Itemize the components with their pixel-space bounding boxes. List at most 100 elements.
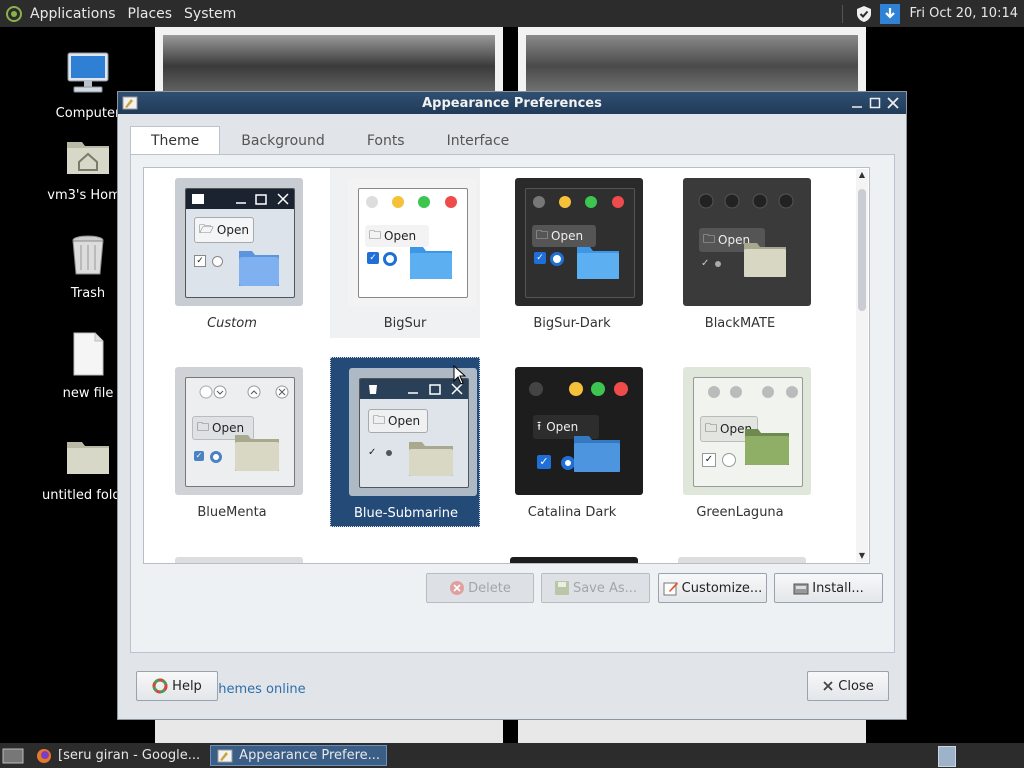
theme-item-catalina-dark[interactable]: ⭱ Open ✓ Catalina Dark [497, 357, 647, 527]
folder-icon [574, 436, 620, 472]
window-titlebar[interactable]: Appearance Preferences [118, 92, 906, 114]
preview-checkbox-icon: ✓ [368, 447, 377, 458]
scrollbar-thumb[interactable] [858, 189, 866, 311]
top-panel: Applications Places System Fri Oct 20, 1… [0, 0, 1024, 27]
window-buttons-icon [366, 196, 457, 208]
scroll-down-icon[interactable]: ▼ [856, 550, 868, 562]
theme-item-bigsur[interactable]: 🗀 Open ✓ BigSur [330, 168, 480, 338]
system-tray: Fri Oct 20, 10:14 [842, 0, 1024, 27]
preview-open-button: 🗁 Open [194, 217, 254, 243]
places-menu[interactable]: Places [122, 6, 179, 22]
computer-icon [67, 52, 109, 93]
workspace-switcher[interactable] [938, 746, 956, 767]
folder-icon [577, 247, 619, 279]
folder-open-icon: 🗁 [199, 221, 214, 236]
theme-item-partial[interactable] [510, 557, 638, 563]
theme-item-bigsur-dark[interactable]: 🗀 Open ✓ BigSur-Dark [497, 168, 647, 338]
mouse-cursor-icon [453, 365, 467, 385]
theme-preview: 🗀 Open ✓ [348, 178, 476, 306]
preview-checkbox-icon: ✓ [367, 252, 379, 264]
theme-preview: 🗀 Open ✓ [683, 367, 811, 495]
theme-name: BlackMATE [704, 316, 776, 331]
folder-icon [409, 442, 453, 476]
tab-theme[interactable]: Theme [130, 126, 221, 155]
folder-icon [239, 251, 279, 286]
window-buttons-icon [698, 193, 794, 209]
save-as-button[interactable]: Save As... [541, 573, 650, 603]
preview-radio-icon [715, 261, 721, 267]
download-update-icon[interactable] [880, 3, 901, 24]
folder-icon [235, 435, 279, 471]
taskbar-item-label: [seru giran - Google... [58, 748, 201, 763]
theme-item-blackmate[interactable]: 🗀 Open ✓ BlackMATE [665, 168, 815, 338]
preview-radio-icon [212, 256, 223, 267]
preview-checkbox-icon: ✓ [194, 451, 204, 461]
folder-small-icon: 🗀 [705, 420, 718, 435]
preview-radio-icon [722, 453, 736, 467]
preview-radio-icon [210, 451, 222, 463]
window-buttons-icon [533, 196, 624, 208]
theme-name: Blue-Submarine [353, 506, 459, 521]
theme-list[interactable]: 🗁 Open ✓ Custom 🗀 Open ✓ BigSur 🗀 Open ✓… [143, 167, 870, 564]
home-folder-icon [67, 142, 109, 174]
window-buttons-icon [708, 386, 798, 398]
help-button[interactable]: Help [136, 671, 218, 701]
file-icon [73, 332, 104, 376]
save-icon [554, 581, 569, 595]
customize-button[interactable]: Customize... [658, 573, 767, 603]
theme-preview: 🗁 Open ✓ [175, 178, 303, 306]
maximize-icon[interactable] [866, 94, 884, 112]
theme-name: GreenLaguna [696, 505, 784, 520]
folder-icon [410, 247, 452, 279]
theme-name: Custom [207, 316, 257, 331]
clock[interactable]: Fri Oct 20, 10:14 [903, 6, 1024, 21]
theme-name: BigSur-Dark [533, 316, 611, 331]
tab-fonts[interactable]: Fonts [346, 126, 426, 155]
tab-interface[interactable]: Interface [426, 126, 531, 155]
theme-name: Catalina Dark [527, 505, 617, 520]
shield-icon[interactable] [854, 4, 874, 24]
delete-button[interactable]: Delete [426, 573, 534, 603]
minimize-icon[interactable] [848, 94, 866, 112]
trash-icon [72, 235, 104, 275]
folder-icon [67, 442, 109, 474]
firefox-icon [37, 748, 51, 763]
taskbar-item-label: Appearance Prefere... [239, 748, 381, 763]
preview-open-label: Open [384, 229, 417, 243]
tab-background[interactable]: Background [220, 126, 346, 155]
edit-pencil-icon [663, 582, 678, 596]
preview-checkbox-icon: ✓ [534, 252, 546, 264]
wallpaper-photo-right [518, 27, 866, 97]
theme-tab-panel: 🗁 Open ✓ Custom 🗀 Open ✓ BigSur 🗀 Open ✓… [130, 154, 895, 697]
taskbar-item-browser[interactable]: [seru giran - Google... [30, 745, 206, 766]
close-icon[interactable] [884, 94, 902, 112]
theme-item-greenlaguna[interactable]: 🗀 Open ✓ GreenLaguna [665, 357, 815, 527]
delete-icon [450, 581, 465, 595]
delete-label: Delete [468, 580, 511, 596]
theme-item-partial[interactable] [678, 557, 806, 563]
install-button[interactable]: Install... [774, 573, 883, 603]
preview-checkbox-icon: ✓ [537, 455, 551, 469]
preview-checkbox-icon: ✓ [701, 258, 710, 269]
scroll-up-icon[interactable]: ▲ [856, 169, 868, 181]
close-button[interactable]: Close [807, 671, 889, 701]
theme-preview: ⭱ Open ✓ [515, 367, 643, 495]
folder-small-icon: 🗀 [373, 412, 386, 427]
taskbar-item-appearance[interactable]: Appearance Prefere... [210, 745, 388, 766]
applications-menu[interactable]: Applications [24, 6, 122, 22]
theme-item-bluementa[interactable]: 🗀 Open ✓ BlueMenta [157, 357, 307, 527]
window-buttons-icon [529, 382, 628, 396]
folder-icon [745, 429, 789, 465]
upload-arrow-icon: ⭱ [537, 418, 542, 433]
preview-radio-icon [386, 450, 392, 456]
theme-item-custom[interactable]: 🗁 Open ✓ Custom [157, 168, 307, 338]
system-menu[interactable]: System [178, 6, 242, 22]
install-label: Install... [812, 580, 864, 596]
mate-logo-icon[interactable] [6, 5, 22, 22]
theme-list-scrollbar[interactable]: ▲ ▼ [856, 169, 868, 562]
show-desktop-icon[interactable] [2, 747, 24, 765]
theme-preview: 🗀 Open ✓ [683, 178, 811, 306]
window-buttons-icon [199, 385, 289, 399]
preview-checkbox-icon: ✓ [194, 255, 206, 267]
theme-item-partial[interactable] [175, 557, 303, 563]
